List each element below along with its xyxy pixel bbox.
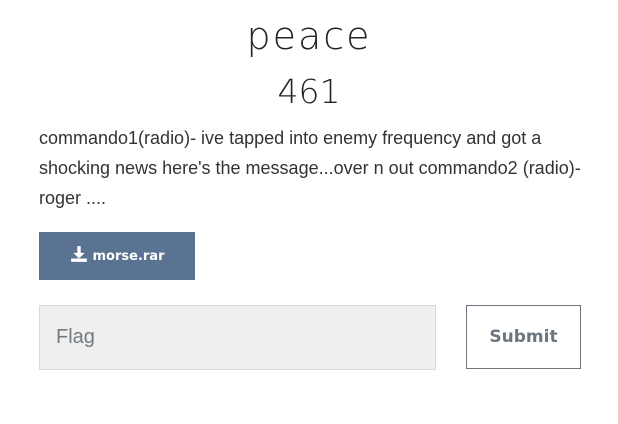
challenge-description: commando1(radio)- ive tapped into enemy …: [39, 128, 581, 208]
download-file-label: morse.rar: [92, 248, 165, 264]
download-file-button[interactable]: morse.rar: [39, 232, 195, 280]
flag-input[interactable]: [39, 305, 436, 370]
submit-button[interactable]: Submit: [466, 305, 581, 369]
challenge-name: peace: [246, 14, 372, 58]
download-icon: [70, 245, 93, 267]
challenge-value: 461: [277, 72, 341, 111]
